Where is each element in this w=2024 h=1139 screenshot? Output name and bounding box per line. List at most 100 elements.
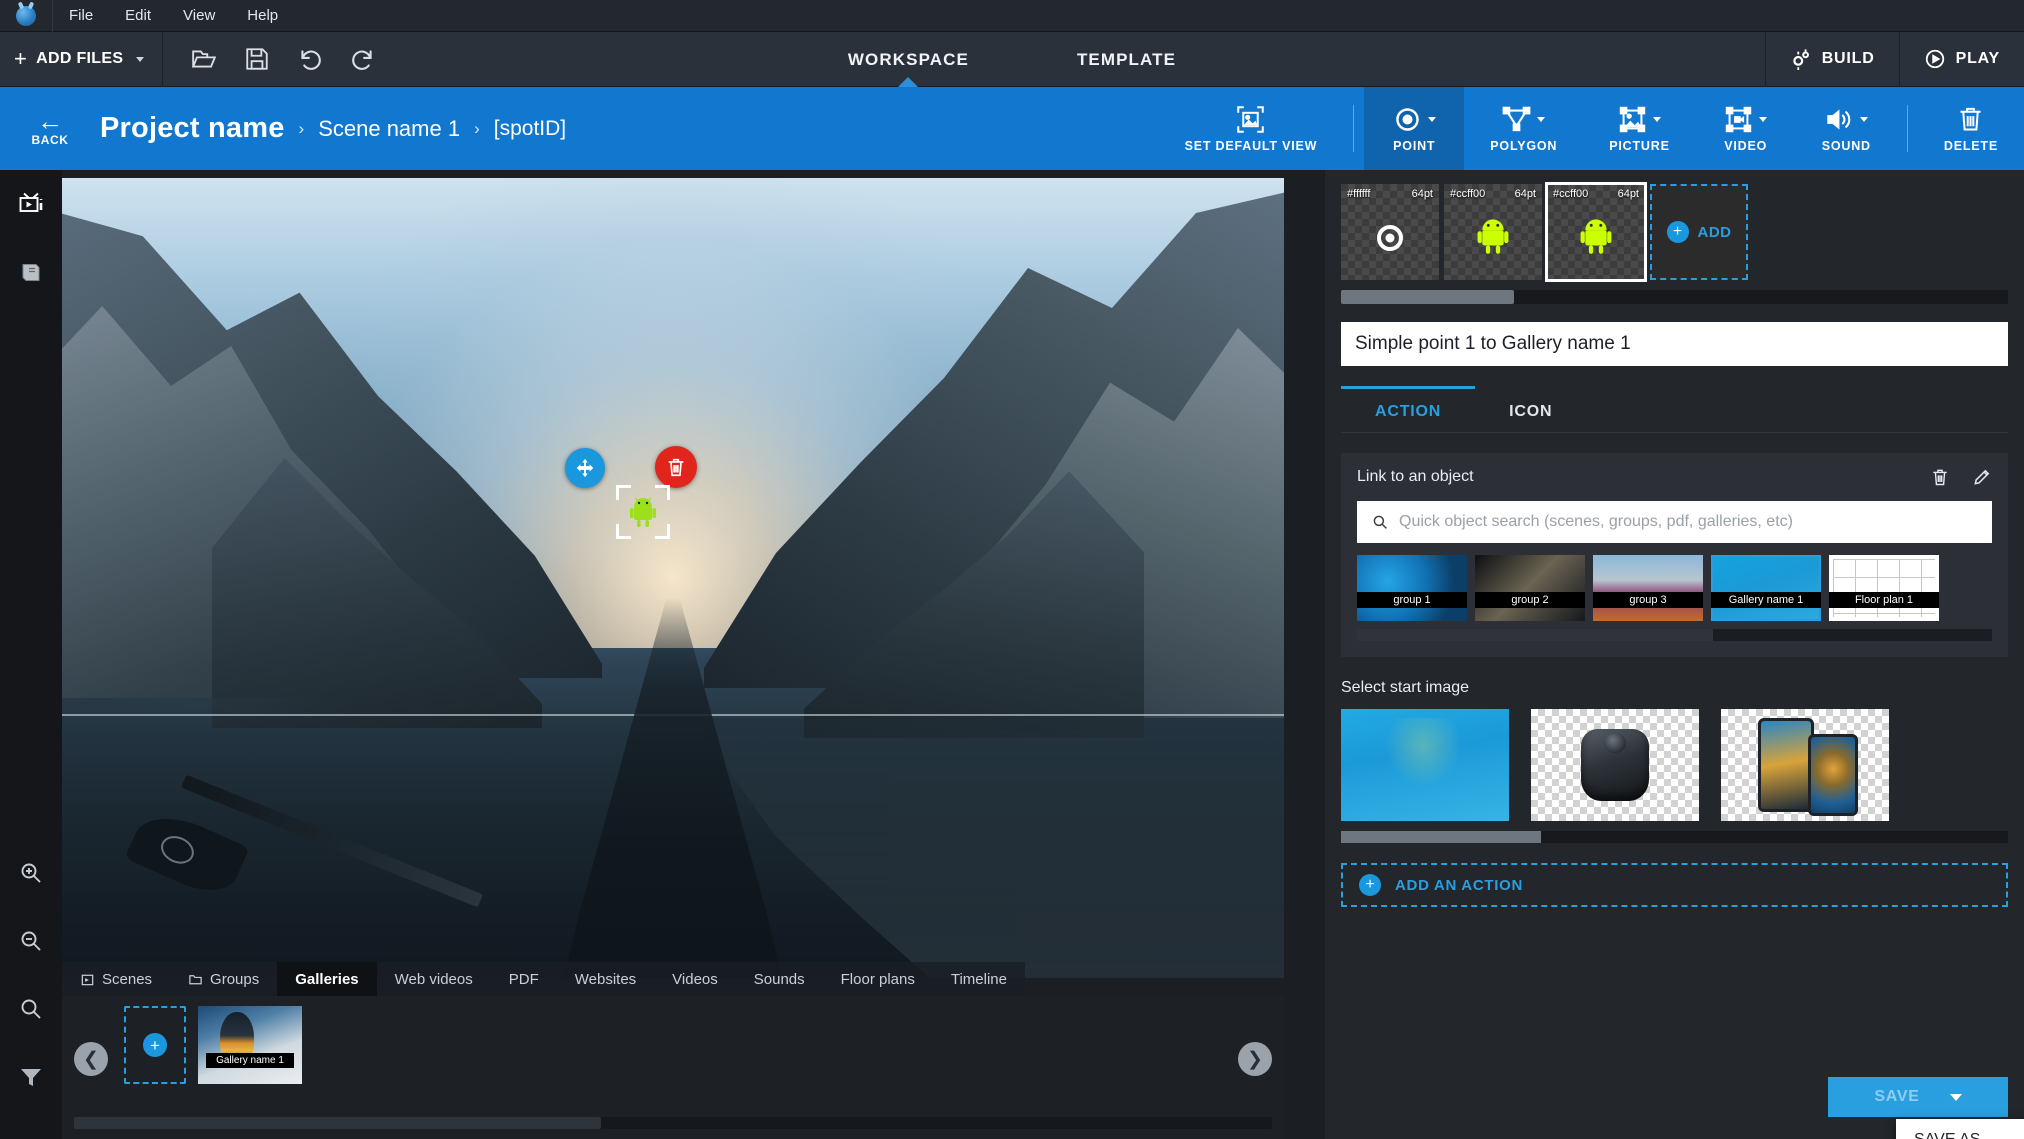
- strip-scrollbar-thumb[interactable]: [74, 1117, 602, 1129]
- save-disk-icon[interactable]: [244, 46, 270, 72]
- menu-item-help[interactable]: Help: [231, 0, 294, 32]
- zoom-out-icon[interactable]: [0, 907, 62, 975]
- start-image-scrollbar[interactable]: [1341, 831, 2008, 843]
- tool-video[interactable]: VIDEO: [1696, 87, 1796, 170]
- add-icon-label: ADD: [1697, 223, 1732, 241]
- chevron-down-icon[interactable]: [1949, 1093, 1962, 1101]
- tab-icon[interactable]: ICON: [1475, 386, 1586, 432]
- chevron-down-icon[interactable]: [1537, 116, 1546, 122]
- tab-floor-plans[interactable]: Floor plans: [822, 962, 933, 996]
- plus-circle-icon: +: [143, 1033, 167, 1057]
- add-an-action-button[interactable]: + ADD AN ACTION: [1341, 863, 2008, 907]
- tab-scenes[interactable]: Scenes: [62, 962, 171, 996]
- strip-add-gallery-button[interactable]: +: [124, 1006, 186, 1084]
- selected-hotspot[interactable]: [616, 485, 670, 539]
- object-tile-label: Gallery name 1: [1711, 592, 1821, 608]
- menu-item-view[interactable]: View: [167, 0, 231, 32]
- add-files-button[interactable]: + ADD FILES: [0, 31, 164, 87]
- start-image-phone[interactable]: [1721, 709, 1889, 821]
- filter-icon[interactable]: [0, 1043, 62, 1111]
- book-icon[interactable]: [0, 238, 62, 306]
- start-image-scrollbar-thumb[interactable]: [1341, 831, 1542, 843]
- toolbar-divider: [1353, 105, 1355, 152]
- strip-scrollbar[interactable]: [74, 1117, 1272, 1129]
- tool-polygon[interactable]: POLYGON: [1464, 87, 1583, 170]
- icon-row-scrollbar[interactable]: [1341, 290, 2008, 304]
- chevron-down-icon[interactable]: [1652, 116, 1661, 122]
- asset-tabs: Scenes Groups Galleries Web videos PDF W…: [62, 962, 1284, 996]
- save-button[interactable]: SAVE: [1828, 1077, 2008, 1117]
- icon-variant-row: #ffffff 64pt #ccff00 64pt #ccff00 64pt +…: [1325, 170, 2024, 282]
- set-default-view-button[interactable]: SET DEFAULT VIEW: [1159, 87, 1344, 170]
- tab-template[interactable]: TEMPLATE: [1073, 50, 1180, 70]
- delete-label: DELETE: [1943, 139, 1998, 153]
- tab-action[interactable]: ACTION: [1341, 386, 1476, 432]
- tab-groups[interactable]: Groups: [170, 962, 278, 996]
- object-tile-group-3[interactable]: group 3: [1593, 555, 1703, 621]
- open-folder-icon[interactable]: [191, 46, 217, 72]
- object-tile-group-1[interactable]: group 1: [1357, 555, 1467, 621]
- tab-workspace[interactable]: WORKSPACE: [844, 50, 973, 70]
- tab-web-videos[interactable]: Web videos: [376, 962, 491, 996]
- hotspot-title-input[interactable]: [1341, 322, 2008, 366]
- asset-strip: ❮ ❯ + Gallery name 1: [62, 996, 1284, 1139]
- toolbar-divider-2: [1906, 105, 1908, 152]
- start-image-underwater[interactable]: [1341, 709, 1509, 821]
- pencil-icon[interactable]: [1972, 467, 1992, 487]
- save-as-menu-item[interactable]: SAVE AS...: [1896, 1119, 2024, 1139]
- strip-next-button[interactable]: ❯: [1238, 1042, 1272, 1076]
- menu-item-edit[interactable]: Edit: [109, 0, 167, 32]
- object-tile-group-2[interactable]: group 2: [1475, 555, 1585, 621]
- object-row-scrollbar-thumb[interactable]: [1357, 629, 1713, 641]
- tab-pdf[interactable]: PDF: [490, 962, 557, 996]
- breadcrumb-project[interactable]: Project name: [100, 112, 285, 145]
- icon-row-scrollbar-thumb[interactable]: [1341, 290, 1515, 304]
- tab-galleries[interactable]: Galleries: [277, 962, 377, 996]
- chevron-down-icon[interactable]: [1859, 116, 1868, 122]
- tab-floor-plans-label: Floor plans: [840, 970, 915, 988]
- move-marker[interactable]: [565, 448, 605, 488]
- icon-tile-3[interactable]: #ccff00 64pt: [1545, 182, 1647, 282]
- delete-marker[interactable]: [655, 446, 697, 488]
- add-icon-button[interactable]: + ADD: [1650, 184, 1748, 280]
- icon-tile-1[interactable]: #ffffff 64pt: [1341, 184, 1439, 280]
- sound-icon: [1825, 104, 1868, 134]
- object-search-box[interactable]: [1357, 501, 1992, 543]
- object-tile-gallery-1[interactable]: Gallery name 1: [1711, 555, 1821, 621]
- start-image-camera-360[interactable]: [1531, 709, 1699, 821]
- tool-point[interactable]: POINT: [1364, 87, 1465, 170]
- chevron-down-icon[interactable]: [1759, 116, 1768, 122]
- tab-timeline[interactable]: Timeline: [932, 962, 1025, 996]
- tab-web-videos-label: Web videos: [394, 970, 473, 988]
- object-row-scrollbar[interactable]: [1357, 629, 1992, 641]
- icon-tile-2[interactable]: #ccff00 64pt: [1444, 184, 1542, 280]
- breadcrumb-spotid[interactable]: [spotID]: [494, 117, 566, 141]
- search-icon[interactable]: [0, 975, 62, 1043]
- main-toolbar: + ADD FILES WORKSPACE TEMPLATE BUILD PLA…: [0, 31, 2024, 87]
- delete-button[interactable]: DELETE: [1918, 87, 2024, 170]
- icon-tile-1-color: #ffffff: [1347, 188, 1371, 200]
- build-button[interactable]: BUILD: [1764, 31, 1899, 87]
- tab-sounds[interactable]: Sounds: [735, 962, 823, 996]
- undo-icon[interactable]: [297, 46, 323, 72]
- back-button[interactable]: ← BACK: [0, 87, 100, 170]
- tool-picture[interactable]: PICTURE: [1583, 87, 1695, 170]
- tab-videos[interactable]: Videos: [654, 962, 736, 996]
- menu-item-file[interactable]: File: [53, 0, 109, 32]
- object-tile-floor-plan-1[interactable]: Floor plan 1: [1829, 555, 1939, 621]
- tool-sound[interactable]: SOUND: [1796, 87, 1897, 170]
- tv-info-icon[interactable]: [0, 170, 62, 238]
- redo-icon[interactable]: [350, 46, 376, 72]
- play-button[interactable]: PLAY: [1898, 31, 2024, 87]
- tool-point-label: POINT: [1393, 139, 1436, 153]
- breadcrumb-scene[interactable]: Scene name 1: [318, 116, 460, 142]
- scene-canvas[interactable]: [62, 178, 1284, 978]
- strip-prev-button[interactable]: ❮: [74, 1042, 108, 1076]
- chevron-down-icon[interactable]: [1427, 116, 1436, 122]
- zoom-in-icon[interactable]: [0, 839, 62, 907]
- strip-gallery-item[interactable]: Gallery name 1: [198, 1006, 302, 1084]
- object-search-input[interactable]: [1399, 513, 1978, 531]
- panel-tabs: ACTION ICON: [1341, 386, 2008, 433]
- tab-websites[interactable]: Websites: [556, 962, 655, 996]
- trash-icon[interactable]: [1930, 467, 1950, 487]
